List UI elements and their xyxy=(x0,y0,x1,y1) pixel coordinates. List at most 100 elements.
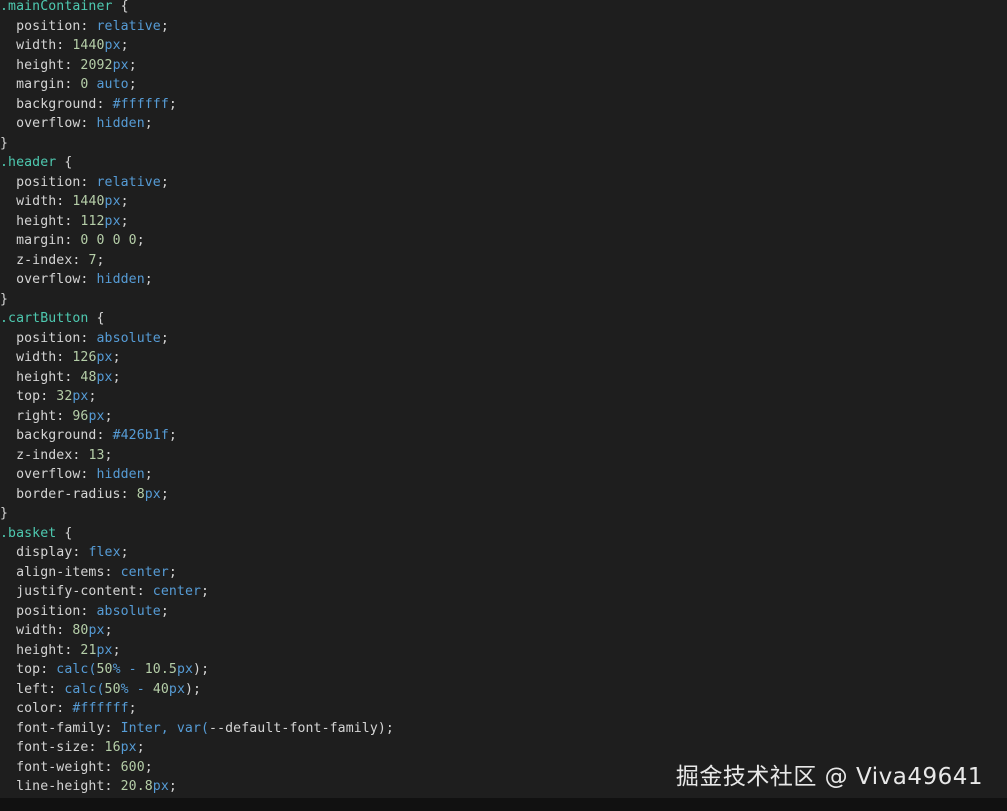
code-token: height xyxy=(0,642,65,658)
code-line: position: relative; xyxy=(0,173,1007,193)
code-line: overflow: hidden; xyxy=(0,270,1007,290)
code-token: ); xyxy=(193,662,210,677)
code-line: right: 96px; xyxy=(0,407,1007,427)
code-token: ; xyxy=(168,779,177,794)
code-token: height xyxy=(0,369,65,385)
code-token: : xyxy=(104,779,121,794)
code-token: : xyxy=(56,701,73,716)
code-token: { xyxy=(88,311,105,326)
code-token: } xyxy=(0,506,9,521)
code-token: px xyxy=(152,779,169,794)
code-token: ; xyxy=(96,252,105,268)
code-line: color: #ffffff; xyxy=(0,699,1007,719)
code-token: 50 xyxy=(104,681,121,697)
code-token: position xyxy=(0,603,81,619)
code-token: : xyxy=(64,642,81,658)
code-token: 1440 xyxy=(72,38,105,53)
code-token: background xyxy=(0,428,97,443)
code-token: #426b1f xyxy=(112,428,169,443)
code-line: top: calc(50% - 10.5px); xyxy=(0,660,1007,680)
code-token: margin xyxy=(0,233,65,248)
code-token: } xyxy=(0,291,9,307)
code-token: margin xyxy=(0,77,65,92)
code-token: : xyxy=(64,233,81,248)
code-token: % - xyxy=(120,681,153,697)
code-token: : xyxy=(48,681,65,697)
code-token: --default-font-family xyxy=(209,720,378,736)
code-line: overflow: hidden; xyxy=(0,465,1007,485)
code-token: width xyxy=(0,194,57,209)
code-token: px xyxy=(144,486,161,502)
code-token: 112 xyxy=(80,213,105,229)
code-token: : xyxy=(80,467,97,482)
code-token: ; xyxy=(144,759,153,775)
code-token: z-index xyxy=(0,252,73,268)
code-token: background xyxy=(0,96,97,112)
code-token: px xyxy=(176,662,194,677)
code-line: font-family: Inter, var(--default-font-f… xyxy=(0,719,1007,739)
code-token: : xyxy=(96,96,113,112)
code-token: color xyxy=(0,701,57,716)
code-token: ; xyxy=(128,57,137,73)
code-token: ; xyxy=(104,447,113,463)
code-token: : xyxy=(136,584,153,599)
code-token: font-weight xyxy=(0,759,105,775)
code-token: ; xyxy=(201,584,210,599)
code-line: height: 48px; xyxy=(0,368,1007,388)
code-token: ; xyxy=(104,408,113,424)
code-token: .cartButton xyxy=(0,311,89,326)
code-token: : xyxy=(80,116,97,131)
code-token: align-items xyxy=(0,564,105,580)
watermark-text: 掘金技术社区 @ Viva49641 xyxy=(675,764,983,790)
code-line: display: flex; xyxy=(0,543,1007,563)
code-line: margin: 0 0 0 0; xyxy=(0,231,1007,251)
code-token: ; xyxy=(168,564,177,580)
code-token: : xyxy=(72,447,89,463)
code-token: ; xyxy=(144,467,153,482)
code-token: top xyxy=(0,662,41,677)
code-token: justify-content xyxy=(0,584,137,599)
code-token: ; xyxy=(160,174,169,190)
code-token: ; xyxy=(144,272,153,287)
code-token: 32 xyxy=(56,389,73,404)
code-token: hidden xyxy=(96,272,145,287)
code-token: 2092 xyxy=(80,57,113,73)
code-token: 48 xyxy=(80,369,97,385)
code-token: 16 xyxy=(104,740,121,755)
code-token: ; xyxy=(88,389,97,404)
code-token: display xyxy=(0,545,73,560)
code-token: .mainContainer xyxy=(0,0,113,14)
code-token: px xyxy=(96,350,113,365)
code-line: margin: 0 auto; xyxy=(0,75,1007,95)
code-token: % - xyxy=(112,662,145,677)
code-token: 0 0 0 0 xyxy=(80,233,137,248)
code-token: px xyxy=(104,38,121,53)
code-token: position xyxy=(0,174,81,190)
code-token: ; xyxy=(104,623,113,638)
bottom-bar xyxy=(0,798,1007,811)
code-token: px xyxy=(96,369,113,385)
code-token: hidden xyxy=(96,116,145,131)
code-line: width: 80px; xyxy=(0,621,1007,641)
code-line: background: #ffffff; xyxy=(0,95,1007,115)
code-token: overflow xyxy=(0,272,81,287)
code-token: center xyxy=(120,564,169,580)
code-line: } xyxy=(0,504,1007,524)
code-token: 21 xyxy=(80,642,97,658)
code-token: 126 xyxy=(72,350,97,365)
code-token: : xyxy=(80,18,97,34)
code-line: z-index: 7; xyxy=(0,251,1007,271)
code-token: ; xyxy=(144,116,153,131)
code-token: line-height xyxy=(0,779,105,794)
code-token: ; xyxy=(112,642,121,658)
code-line: position: absolute; xyxy=(0,329,1007,349)
code-token: 7 xyxy=(88,252,97,268)
code-line: } xyxy=(0,134,1007,154)
code-token: px xyxy=(88,623,105,638)
code-line: height: 112px; xyxy=(0,212,1007,232)
code-token: relative xyxy=(96,18,161,34)
code-line: border-radius: 8px; xyxy=(0,485,1007,505)
code-editor[interactable]: .mainContainer { position: relative; wid… xyxy=(0,0,1007,798)
code-token: : xyxy=(56,38,73,53)
code-token: ; xyxy=(128,701,137,716)
